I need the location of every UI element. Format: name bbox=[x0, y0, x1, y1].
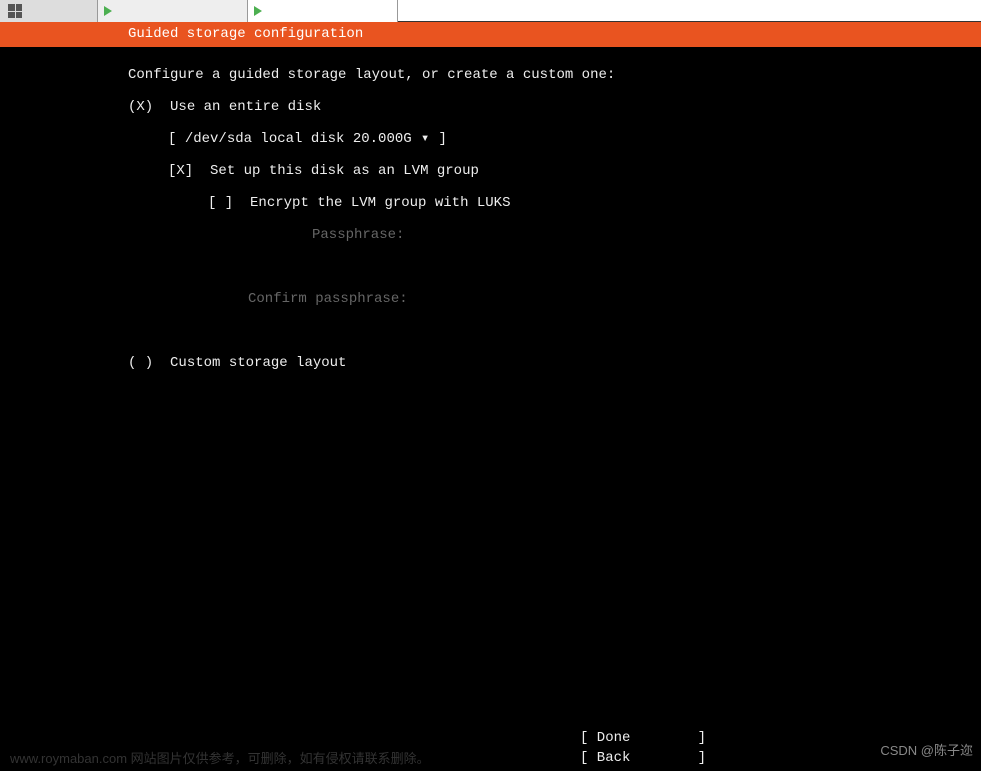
installer-header: Guided storage configuration bbox=[0, 22, 981, 47]
vm-tab-1[interactable] bbox=[98, 0, 248, 22]
disk-select-dropdown[interactable]: [ /dev/sda local disk 20.000G ▾ ] bbox=[128, 123, 981, 155]
play-icon bbox=[104, 6, 112, 16]
intro-text: Configure a guided storage layout, or cr… bbox=[128, 59, 981, 91]
checkbox-lvm[interactable]: [X] Set up this disk as an LVM group bbox=[128, 155, 981, 187]
done-button[interactable]: [ Done ] bbox=[0, 728, 981, 748]
grid-icon bbox=[8, 4, 22, 18]
window-tab-bar bbox=[0, 0, 981, 22]
vm-tab-2[interactable] bbox=[248, 0, 398, 22]
watermark-left: www.roymaban.com 网站图片仅供参考，可删除，如有侵权请联系删除。 bbox=[10, 748, 430, 767]
checkbox-encrypt[interactable]: [ ] Encrypt the LVM group with LUKS bbox=[128, 187, 981, 219]
play-icon bbox=[254, 6, 262, 16]
header-title: Guided storage configuration bbox=[128, 22, 363, 47]
installer-content: Configure a guided storage layout, or cr… bbox=[0, 47, 981, 379]
watermark-right: CSDN @陈子迩 bbox=[880, 740, 973, 759]
grid-menu-button[interactable] bbox=[0, 0, 98, 22]
passphrase-label: Passphrase: bbox=[128, 219, 981, 251]
option-entire-disk[interactable]: (X) Use an entire disk bbox=[128, 91, 981, 123]
confirm-passphrase-label: Confirm passphrase: bbox=[128, 283, 981, 315]
option-custom-layout[interactable]: ( ) Custom storage layout bbox=[128, 347, 981, 379]
chevron-down-icon: ▾ bbox=[420, 123, 430, 155]
